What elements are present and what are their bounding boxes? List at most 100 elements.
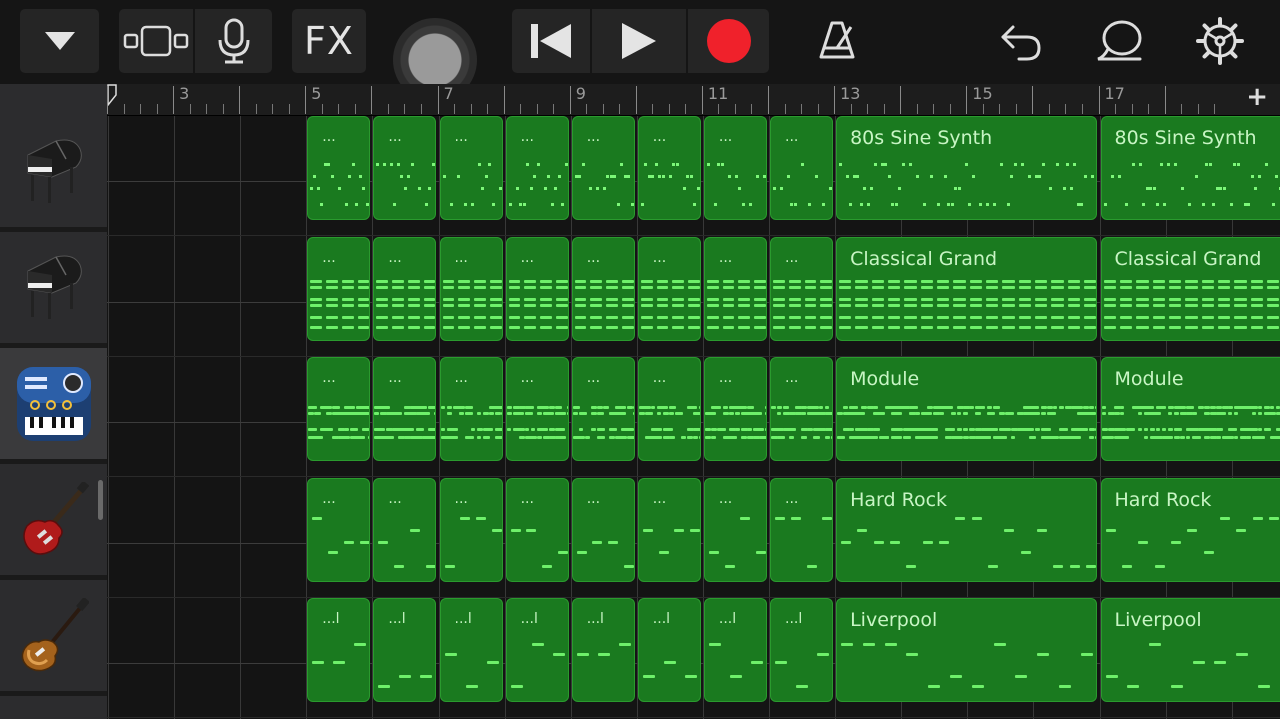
midi-region[interactable]: ...l: [307, 598, 371, 702]
record-button[interactable]: [688, 9, 769, 73]
midi-region[interactable]: Liverpool: [836, 598, 1098, 702]
midi-note: [606, 303, 618, 307]
midi-region[interactable]: ...: [373, 116, 437, 220]
midi-note: [1056, 163, 1060, 166]
midi-note: [954, 187, 958, 190]
midi-region[interactable]: ...: [637, 357, 701, 461]
playhead-marker-icon[interactable]: [107, 84, 119, 106]
midi-region[interactable]: ...: [307, 477, 371, 582]
midi-region[interactable]: ...l: [637, 598, 701, 702]
midi-region[interactable]: ...: [571, 357, 635, 461]
midi-note: [608, 428, 617, 431]
midi-region[interactable]: Module: [836, 357, 1098, 461]
midi-region[interactable]: ...: [505, 357, 569, 461]
midi-region[interactable]: ...: [770, 477, 834, 582]
midi-region[interactable]: Liverpool: [1100, 598, 1280, 702]
midi-note: [572, 406, 580, 409]
midi-region[interactable]: ...l: [770, 598, 834, 702]
midi-region[interactable]: ...: [571, 236, 635, 341]
midi-region[interactable]: ...l: [703, 598, 767, 702]
midi-note: [310, 285, 323, 289]
midi-region[interactable]: ...: [373, 236, 437, 341]
tracks-area[interactable]: ........................ 80s Sine Synth 80…: [107, 116, 1280, 719]
midi-region[interactable]: ...: [770, 236, 834, 341]
add-section-button[interactable]: +: [1246, 82, 1268, 112]
metronome-button[interactable]: [812, 16, 862, 66]
midi-note: [754, 315, 766, 319]
midi-region[interactable]: Hard Rock: [836, 477, 1098, 582]
midi-region[interactable]: ...: [439, 116, 503, 220]
midi-region[interactable]: ...: [571, 116, 635, 220]
midi-region[interactable]: ...: [439, 236, 503, 341]
midi-region[interactable]: ...l: [505, 598, 569, 702]
midi-note: [1035, 315, 1048, 319]
midi-region[interactable]: ...: [571, 477, 635, 582]
midi-region[interactable]: Classical Grand: [836, 236, 1098, 341]
region-name: 80s Sine Synth: [850, 127, 993, 149]
midi-region[interactable]: ...: [373, 477, 437, 582]
region-name: ...: [785, 490, 799, 507]
midi-note: [789, 436, 794, 439]
midi-region[interactable]: ...: [439, 477, 503, 582]
midi-note: [661, 175, 665, 178]
midi-region[interactable]: Module: [1100, 357, 1280, 461]
midi-note: [554, 406, 563, 409]
midi-region[interactable]: ...: [637, 236, 701, 341]
midi-region[interactable]: ...: [637, 477, 701, 582]
track-header-3[interactable]: [0, 348, 107, 464]
midi-note: [1058, 685, 1071, 688]
midi-region[interactable]: ...: [770, 357, 834, 461]
midi-region[interactable]: ...: [505, 477, 569, 582]
menu-dropdown-button[interactable]: [20, 9, 99, 73]
play-button[interactable]: [592, 9, 686, 73]
midi-note: [392, 297, 404, 301]
ruler-bar-tick: [503, 86, 505, 114]
midi-note: [500, 406, 502, 409]
settings-button[interactable]: [1195, 16, 1245, 66]
midi-note: [518, 203, 522, 206]
midi-region[interactable]: ...: [373, 357, 437, 461]
go-to-beginning-button[interactable]: [512, 9, 590, 73]
midi-note: [656, 297, 669, 301]
midi-region[interactable]: 80s Sine Synth: [836, 116, 1098, 220]
midi-note: [741, 203, 745, 206]
midi-region[interactable]: ...: [307, 236, 371, 341]
undo-button[interactable]: [996, 16, 1046, 66]
midi-region[interactable]: ...: [703, 236, 767, 341]
tracks-view-button[interactable]: [119, 9, 193, 73]
midi-note: [1185, 303, 1198, 307]
midi-region[interactable]: ...: [637, 116, 701, 220]
midi-region[interactable]: ...: [307, 357, 371, 461]
midi-note: [425, 203, 429, 206]
midi-note: [1167, 428, 1174, 431]
midi-region[interactable]: ...: [505, 236, 569, 341]
microphone-button[interactable]: [195, 9, 272, 73]
midi-note: [456, 175, 460, 178]
track-header-4[interactable]: [0, 464, 107, 580]
midi-region[interactable]: ...l: [373, 598, 437, 702]
midi-region[interactable]: 80s Sine Synth: [1100, 116, 1280, 220]
midi-region[interactable]: ...l: [571, 598, 635, 702]
midi-note: [1168, 297, 1182, 301]
fx-button[interactable]: FX: [292, 9, 366, 73]
track-header-scrollbar[interactable]: [98, 480, 103, 520]
loop-browser-button[interactable]: [1095, 16, 1145, 66]
timeline-ruler[interactable]: 3 5 7 9 11 13 15 17 +: [107, 82, 1280, 116]
track-header-1[interactable]: [0, 116, 107, 232]
midi-note: [1103, 279, 1116, 283]
midi-region[interactable]: ...: [703, 477, 767, 582]
midi-region[interactable]: ...: [505, 116, 569, 220]
midi-note: [963, 436, 969, 439]
midi-note: [560, 428, 565, 431]
track-header-5[interactable]: [0, 580, 107, 696]
midi-region[interactable]: ...: [703, 116, 767, 220]
midi-region[interactable]: ...: [307, 116, 371, 220]
midi-region[interactable]: ...: [439, 357, 503, 461]
midi-region[interactable]: Hard Rock: [1100, 477, 1280, 582]
midi-region[interactable]: Classical Grand: [1100, 236, 1280, 341]
midi-region[interactable]: ...: [770, 116, 834, 220]
midi-region[interactable]: ...: [703, 357, 767, 461]
midi-region[interactable]: ...l: [439, 598, 503, 702]
midi-note: [706, 297, 719, 301]
track-header-2[interactable]: [0, 232, 107, 348]
